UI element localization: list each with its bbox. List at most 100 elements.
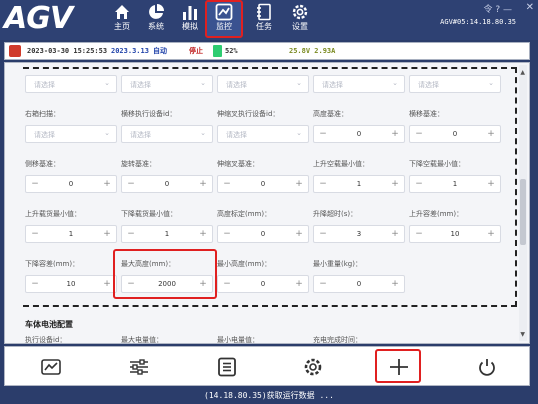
settings-icon (292, 4, 308, 20)
increment-button[interactable]: + (292, 278, 306, 290)
select-field[interactable]: 请选择 ⌄ (25, 75, 117, 93)
increment-button[interactable]: + (100, 178, 114, 190)
nav-monitor[interactable]: 监控 (205, 0, 243, 38)
increment-button[interactable]: + (100, 228, 114, 240)
decrement-button[interactable]: − (412, 178, 426, 190)
decrement-button[interactable]: − (316, 228, 330, 240)
close-icon[interactable]: ✕ (526, 2, 534, 13)
add-button[interactable] (387, 357, 411, 377)
number-stepper[interactable]: −0 + (313, 125, 405, 143)
select-field[interactable]: 请选择 ⌄ (217, 75, 309, 93)
select-field[interactable]: 请选择 ⌄ (409, 75, 501, 93)
select-field[interactable]: 请选择 ⌄ (313, 75, 405, 93)
add-icon (390, 359, 408, 375)
select-field[interactable]: 请选择 ⌄ (25, 125, 117, 143)
number-stepper[interactable]: −3 + (313, 225, 405, 243)
increment-button[interactable]: + (484, 128, 498, 140)
nav-settings[interactable]: 设置 (282, 2, 318, 36)
field-label: 上升载货最小值： (25, 210, 81, 218)
alarm-icon[interactable] (9, 45, 21, 57)
number-stepper[interactable]: −1 + (25, 225, 117, 243)
bar-chart-icon (183, 6, 197, 20)
increment-button[interactable]: + (100, 278, 114, 290)
power-button[interactable] (475, 357, 499, 377)
bottom-toolbar (4, 346, 530, 386)
field-label: 上升容差(mm)： (409, 210, 464, 218)
field-label: 侧移基准： (25, 160, 60, 168)
chevron-down-icon: ⌄ (200, 129, 206, 137)
decrement-button[interactable]: − (124, 228, 138, 240)
pie-chart-icon (149, 4, 164, 19)
scroll-down-arrow[interactable]: ▼ (520, 331, 525, 338)
wifi-indicator: 令 ? — (483, 5, 513, 15)
increment-button[interactable]: + (388, 178, 402, 190)
number-stepper[interactable]: −1 + (313, 175, 405, 193)
decrement-button[interactable]: − (316, 278, 330, 290)
nav-system[interactable]: 系统 (138, 2, 174, 36)
decrement-button[interactable]: − (412, 128, 426, 140)
field-label: 最小重量(kg)： (313, 260, 362, 268)
number-stepper[interactable]: −0 + (25, 175, 117, 193)
decrement-button[interactable]: − (220, 178, 234, 190)
scroll-up-arrow[interactable]: ▲ (520, 69, 525, 76)
field-label: 横移执行设备id： (121, 110, 177, 118)
number-stepper[interactable]: −0 + (121, 175, 213, 193)
number-stepper[interactable]: −0 + (217, 275, 309, 293)
increment-button[interactable]: + (196, 228, 210, 240)
monitor-icon (215, 3, 233, 21)
increment-button[interactable]: + (484, 228, 498, 240)
field-label: 最大电量值： (121, 336, 163, 344)
increment-button[interactable]: + (388, 278, 402, 290)
scrollbar-thumb[interactable] (520, 179, 526, 245)
home-icon (115, 5, 129, 19)
decrement-button[interactable]: − (316, 128, 330, 140)
adjust-button[interactable] (127, 357, 151, 377)
status-bar: 2023-03-30 15:25:53 2023.3.13 自动 停止 52% … (4, 42, 530, 60)
decrement-button[interactable]: − (220, 228, 234, 240)
select-field[interactable]: 请选择 ⌄ (217, 125, 309, 143)
number-stepper[interactable]: −0 + (313, 275, 405, 293)
increment-button[interactable]: + (292, 228, 306, 240)
nav-home[interactable]: 主页 (104, 2, 140, 36)
chart-button[interactable] (39, 357, 63, 377)
decrement-button[interactable]: − (28, 278, 42, 290)
field-label: 充电完成时间： (313, 336, 362, 344)
nav-simulate[interactable]: 模拟 (172, 2, 208, 36)
decrement-button[interactable]: − (124, 178, 138, 190)
number-stepper[interactable]: −0 + (217, 225, 309, 243)
decrement-button[interactable]: − (220, 278, 234, 290)
increment-button[interactable]: + (292, 178, 306, 190)
select-field[interactable]: 请选择 ⌄ (121, 75, 213, 93)
chevron-down-icon: ⌄ (296, 79, 302, 87)
number-stepper[interactable]: −0 + (409, 125, 501, 143)
field-label: 执行设备id： (25, 336, 67, 344)
list-icon (218, 357, 236, 377)
number-stepper[interactable]: −0 + (217, 175, 309, 193)
battery-icon (213, 45, 222, 57)
increment-button[interactable]: + (388, 228, 402, 240)
field-label: 下降容差(mm)： (25, 260, 80, 268)
increment-button[interactable]: + (484, 178, 498, 190)
decrement-button[interactable]: − (28, 228, 42, 240)
increment-button[interactable]: + (196, 178, 210, 190)
number-stepper[interactable]: −10 + (409, 225, 501, 243)
field-label: 伸缩叉执行设备id： (217, 110, 280, 118)
increment-button[interactable]: + (388, 128, 402, 140)
number-stepper[interactable]: −10 + (25, 275, 117, 293)
select-field[interactable]: 请选择 ⌄ (121, 125, 213, 143)
field-label: 下降载货最小值： (121, 210, 177, 218)
settings-button[interactable] (301, 357, 325, 377)
list-button[interactable] (215, 357, 239, 377)
decrement-button[interactable]: − (412, 228, 426, 240)
chevron-down-icon: ⌄ (296, 129, 302, 137)
decrement-button[interactable]: − (316, 178, 330, 190)
number-stepper[interactable]: −1 + (121, 225, 213, 243)
number-stepper[interactable]: −1 + (409, 175, 501, 193)
decrement-button[interactable]: − (28, 178, 42, 190)
field-label: 升降超时(s)： (313, 210, 358, 218)
status-datetime: 2023-03-30 15:25:53 (27, 47, 108, 55)
nav-label: 系统 (148, 22, 164, 31)
chevron-down-icon: ⌄ (104, 79, 110, 87)
field-label: 下降空载最小值： (409, 160, 465, 168)
nav-task[interactable]: 任务 (246, 2, 282, 36)
